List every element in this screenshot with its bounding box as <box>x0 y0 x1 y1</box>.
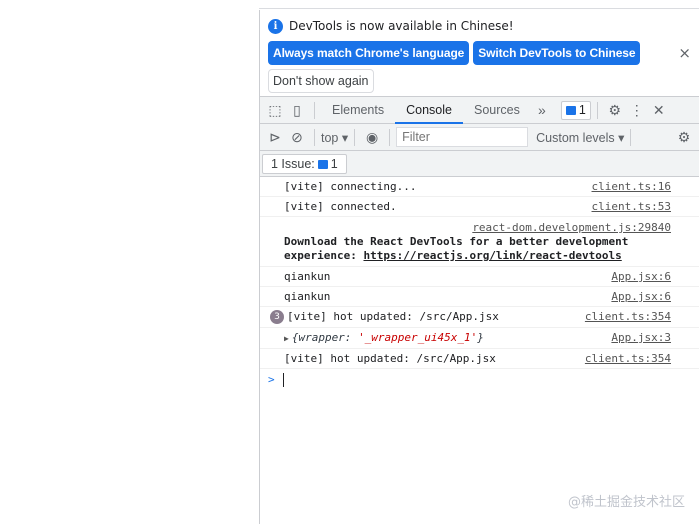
divider <box>314 101 315 119</box>
message-icon <box>317 159 328 169</box>
object-end: } <box>477 331 484 344</box>
source-link[interactable]: App.jsx:6 <box>611 267 671 287</box>
source-link[interactable]: App.jsx:3 <box>611 328 671 348</box>
text-caret <box>282 373 284 387</box>
react-devtools-link[interactable]: https://reactjs.org/link/react-devtools <box>363 249 621 262</box>
infobar-message: DevTools is now available in Chinese! <box>289 19 514 33</box>
issues-bar: 1 Issue: 1 <box>260 151 699 177</box>
watermark: @稀土掘金技术社区 <box>567 495 685 510</box>
prompt-chevron-icon: > <box>268 373 275 386</box>
message-text: qiankun <box>284 270 331 283</box>
issues-count: 1 <box>330 156 338 171</box>
divider <box>314 128 315 146</box>
page-viewport <box>0 0 259 524</box>
source-link[interactable]: react-dom.development.js:29840 <box>284 221 671 235</box>
live-expression-eye-icon[interactable]: ◉ <box>361 129 383 146</box>
more-tabs-icon[interactable]: » <box>531 102 553 118</box>
issues-button[interactable]: 1 Issue: 1 <box>262 154 347 174</box>
console-prompt[interactable]: > <box>260 369 699 391</box>
more-options-icon[interactable]: ⋮ <box>626 102 648 119</box>
log-levels-dropdown[interactable]: Custom levels ▾ <box>536 130 624 145</box>
console-message: react-dom.development.js:29840 Download t… <box>260 217 699 267</box>
settings-icon[interactable]: ⚙ <box>604 102 626 119</box>
divider <box>354 128 356 146</box>
console-message: [vite] connected. client.ts:53 <box>260 197 699 217</box>
context-value: top <box>321 130 339 145</box>
always-match-language-button[interactable]: Always match Chrome's language <box>268 41 470 65</box>
message-text: [vite] connected. <box>284 200 397 213</box>
console-message[interactable]: ▶ {wrapper: '_wrapper_ui45x_1'} App.jsx:3 <box>260 328 699 349</box>
object-key: {wrapper: <box>291 331 359 344</box>
message-text: [vite] hot updated: /src/App.jsx <box>287 310 499 323</box>
divider <box>389 128 391 146</box>
info-icon: i <box>268 18 283 34</box>
filter-input[interactable] <box>396 127 529 147</box>
devtools-panel: i DevTools is now available in Chinese! A… <box>259 10 699 524</box>
device-toolbar-icon[interactable]: ▯ <box>286 102 308 119</box>
console-message: [vite] hot updated: /src/App.jsx client.t… <box>260 349 699 369</box>
tab-console[interactable]: Console <box>395 97 463 124</box>
expand-triangle-icon[interactable]: ▶ <box>284 334 289 343</box>
message-text: [vite] connecting... <box>284 180 417 193</box>
close-infobar-icon[interactable]: × <box>678 44 691 62</box>
console-message: qiankun App.jsx:6 <box>260 287 699 307</box>
levels-value: Custom levels <box>536 130 615 145</box>
sidebar-toggle-icon[interactable]: ⊳ <box>264 129 286 146</box>
repeat-count-badge: 3 <box>270 310 284 324</box>
close-devtools-icon[interactable]: ✕ <box>648 102 670 119</box>
message-text: qiankun <box>284 290 331 303</box>
clear-console-icon[interactable]: ⊘ <box>286 129 308 146</box>
source-link[interactable]: App.jsx:6 <box>611 287 671 307</box>
source-link[interactable]: client.ts:354 <box>585 349 671 369</box>
tab-elements[interactable]: Elements <box>321 97 395 124</box>
console-messages: [vite] connecting... client.ts:16 [vite] … <box>260 177 699 391</box>
tab-sources[interactable]: Sources <box>463 97 531 124</box>
console-message: qiankun App.jsx:6 <box>260 267 699 287</box>
console-message: [vite] connecting... client.ts:16 <box>260 177 699 197</box>
context-selector[interactable]: top ▾ <box>321 130 348 145</box>
issues-label: 1 Issue: <box>271 156 315 171</box>
message-text: [vite] hot updated: /src/App.jsx <box>284 352 496 365</box>
devtools-tabbar: ⬚ ▯ Elements Console Sources » 1 ⚙ ⋮ ✕ <box>260 97 699 124</box>
switch-to-chinese-button[interactable]: Switch DevTools to Chinese <box>473 41 641 65</box>
console-settings-icon[interactable]: ⚙ <box>673 129 695 146</box>
divider <box>596 101 598 119</box>
message-icon <box>565 105 576 115</box>
issues-badge[interactable]: 1 <box>560 100 591 120</box>
divider <box>630 128 632 146</box>
object-value: '_wrapper_ui45x_1' <box>358 331 478 344</box>
inspect-element-icon[interactable]: ⬚ <box>264 102 286 119</box>
console-message: 3 [vite] hot updated: /src/App.jsx client.… <box>260 307 699 328</box>
source-link[interactable]: client.ts:16 <box>592 177 671 197</box>
source-link[interactable]: client.ts:354 <box>585 307 671 327</box>
issues-count: 1 <box>578 102 586 117</box>
language-infobar: i DevTools is now available in Chinese! A… <box>260 10 699 97</box>
dont-show-again-button[interactable]: Don't show again <box>268 69 374 93</box>
console-toolbar: ⊳ ⊘ top ▾ ◉ Custom levels ▾ ⚙ <box>260 124 699 151</box>
source-link[interactable]: client.ts:53 <box>592 197 671 217</box>
